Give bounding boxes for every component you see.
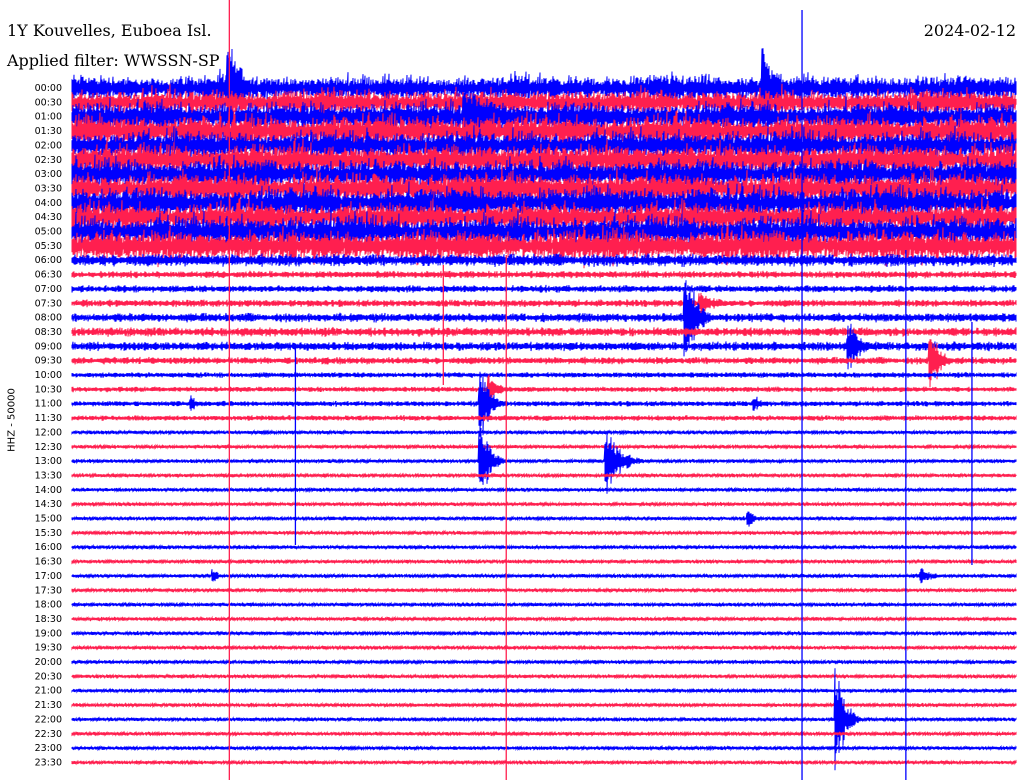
trace-1130: [71, 414, 1017, 422]
trace-1700: [71, 568, 1017, 584]
row-label-1230: 12:30: [35, 442, 62, 453]
trace-1600: [71, 543, 1017, 551]
row-label-2100: 21:00: [35, 686, 62, 697]
trace-1330: [71, 472, 1017, 479]
row-label-0230: 02:30: [35, 155, 62, 166]
trace-0830: [71, 326, 1017, 337]
trace-1730: [71, 586, 1017, 594]
trace-1830: [71, 615, 1017, 623]
row-label-0330: 03:30: [35, 183, 62, 194]
row-label-0130: 01:30: [35, 126, 62, 137]
trace-2030: [71, 672, 1017, 680]
row-label-2130: 21:30: [35, 700, 62, 711]
trace-0630: [71, 270, 1017, 279]
trace-2300: [71, 744, 1017, 752]
row-label-1330: 13:30: [35, 470, 62, 481]
trace-2330: [71, 759, 1017, 766]
row-label-1830: 18:30: [35, 614, 62, 625]
row-label-1930: 19:30: [35, 643, 62, 654]
trace-1200: [71, 429, 1017, 436]
row-label-1530: 15:30: [35, 528, 62, 539]
row-label-0030: 00:30: [35, 97, 62, 108]
row-label-0530: 05:30: [35, 241, 62, 252]
row-label-0730: 07:30: [35, 298, 62, 309]
trace-2130: [71, 701, 1017, 709]
row-label-0700: 07:00: [35, 284, 62, 295]
trace-1000: [71, 371, 1017, 379]
row-label-1100: 11:00: [35, 399, 62, 410]
row-label-2300: 23:00: [35, 743, 62, 754]
row-label-1400: 14:00: [35, 485, 62, 496]
row-label-0300: 03:00: [35, 169, 62, 180]
trace-1930: [71, 644, 1017, 651]
trace-2000: [71, 658, 1017, 666]
row-label-2200: 22:00: [35, 714, 62, 725]
trace-0700: [71, 284, 1017, 293]
row-labels: 00:00 00:30 01:00 01:30 02:00 02:30 03:00 03:30…: [35, 83, 62, 768]
helicorder-page: 1Y Kouvelles, Euboea Isl. Applied filter…: [0, 0, 1024, 780]
row-label-1600: 16:00: [35, 542, 62, 553]
row-label-0830: 08:30: [35, 327, 62, 338]
trace-1800: [71, 601, 1017, 608]
row-label-0630: 06:30: [35, 270, 62, 281]
row-label-1300: 13:00: [35, 456, 62, 467]
row-label-1800: 18:00: [35, 600, 62, 611]
row-label-2230: 22:30: [35, 729, 62, 740]
row-label-1730: 17:30: [35, 585, 62, 596]
trace-2200: [71, 668, 1017, 771]
row-label-2330: 23:30: [35, 757, 62, 768]
trace-1100: [71, 371, 1017, 437]
trace-1900: [71, 630, 1017, 637]
row-label-0600: 06:00: [35, 255, 62, 266]
trace-1400: [71, 486, 1017, 494]
trace-1500: [71, 511, 1017, 527]
row-label-0930: 09:30: [35, 356, 62, 367]
row-label-1900: 19:00: [35, 628, 62, 639]
trace-1630: [71, 558, 1017, 565]
row-label-0800: 08:00: [35, 313, 62, 324]
trace-1430: [71, 500, 1017, 508]
row-label-2030: 20:30: [35, 671, 62, 682]
seismogram-plot: 00:00 00:30 01:00 01:30 02:00 02:30 03:00 03:30…: [35, 0, 1017, 780]
row-label-0900: 09:00: [35, 341, 62, 352]
traces: [71, 0, 1017, 780]
trace-1300: [71, 427, 1017, 494]
row-label-0430: 04:30: [35, 212, 62, 223]
row-label-1630: 16:30: [35, 557, 62, 568]
row-label-1500: 15:00: [35, 514, 62, 525]
row-label-0100: 01:00: [35, 112, 62, 123]
trace-2230: [71, 730, 1017, 738]
row-label-1130: 11:30: [35, 413, 62, 424]
row-label-0500: 05:00: [35, 227, 62, 238]
trace-1230: [71, 443, 1017, 451]
trace-1530: [71, 529, 1017, 537]
trace-1030: [71, 374, 1017, 403]
row-label-1700: 17:00: [35, 571, 62, 582]
row-label-0400: 04:00: [35, 198, 62, 209]
row-label-0200: 02:00: [35, 140, 62, 151]
row-label-2000: 20:00: [35, 657, 62, 668]
row-label-1000: 10:00: [35, 370, 62, 381]
trace-2100: [71, 687, 1017, 695]
trace-0730: [71, 292, 1017, 315]
row-label-0000: 00:00: [35, 83, 62, 94]
row-label-1030: 10:30: [35, 384, 62, 395]
row-label-1430: 14:30: [35, 499, 62, 510]
row-label-1200: 12:00: [35, 427, 62, 438]
